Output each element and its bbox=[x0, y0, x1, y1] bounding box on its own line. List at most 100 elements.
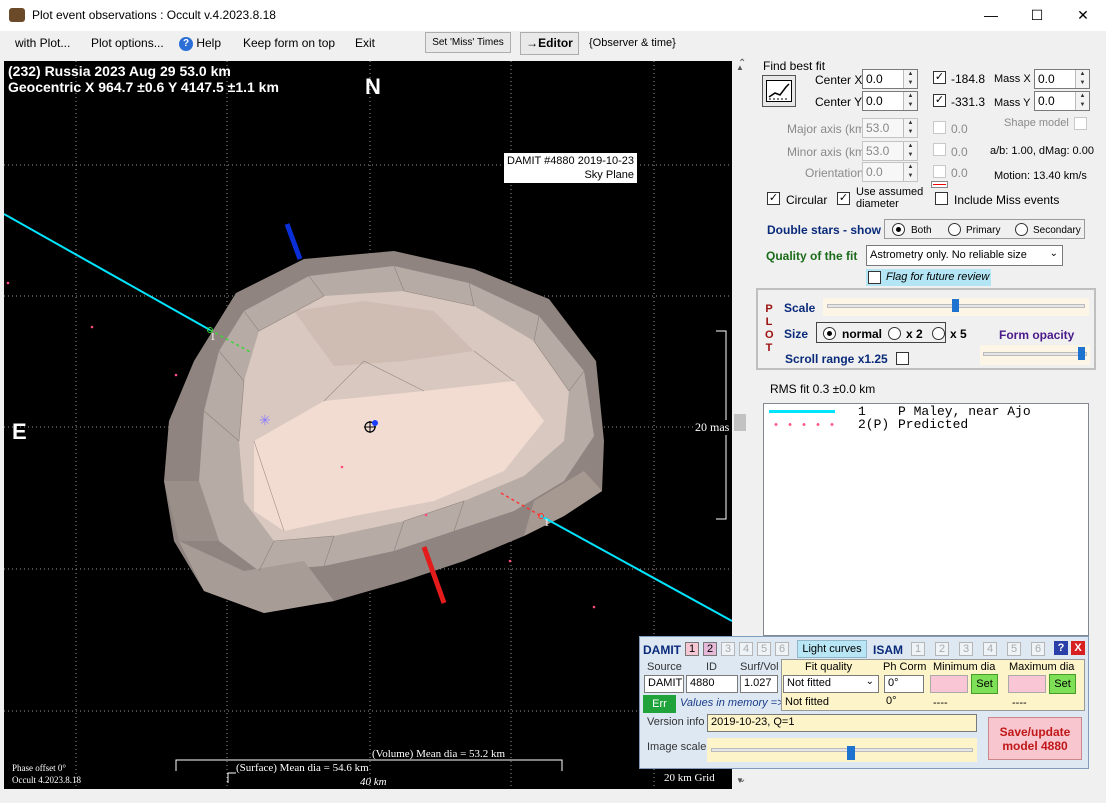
spin-arrows-icon[interactable]: ▲ ▼ bbox=[903, 163, 917, 181]
light-curves-button[interactable]: Light curves bbox=[797, 640, 867, 658]
plot-area[interactable]: ✳ (232) Russia 2023 Aug 29 53.0 km Geoce… bbox=[4, 61, 732, 789]
damit-tab-3[interactable]: 3 bbox=[721, 642, 735, 656]
surfvol-field[interactable]: 1.027 bbox=[740, 675, 778, 693]
panel-scroll-down-icon[interactable]: ⌄ bbox=[738, 774, 746, 785]
isam-title: ISAM bbox=[873, 643, 903, 657]
secondary-radio[interactable] bbox=[1015, 223, 1028, 236]
include-miss-checkbox[interactable] bbox=[935, 192, 948, 205]
major-axis-input[interactable]: 53.0 ▲ ▼ bbox=[862, 118, 918, 138]
orientation-label: Orientation bbox=[805, 166, 864, 180]
menu-bar: with Plot... Plot options... ? Help Keep… bbox=[0, 31, 1106, 57]
ph-corr-memory: 0° bbox=[886, 695, 897, 707]
minimize-button[interactable]: — bbox=[968, 0, 1014, 31]
x5-size-radio[interactable] bbox=[932, 327, 945, 340]
spin-arrows-icon[interactable]: ▲ ▼ bbox=[903, 70, 917, 88]
set-max-button[interactable]: Set bbox=[1049, 674, 1076, 694]
quality-select[interactable]: Astrometry only. No reliable size ⌄ bbox=[866, 245, 1063, 266]
damit-tab-5[interactable]: 5 bbox=[757, 642, 771, 656]
both-radio[interactable] bbox=[892, 223, 905, 236]
observer-time-button[interactable]: {Observer & time} bbox=[589, 37, 676, 49]
center-y-fit-value: -331.3 bbox=[951, 95, 986, 109]
size-label: Size bbox=[784, 327, 809, 341]
legend-line-observed bbox=[769, 410, 835, 413]
flag-review-row[interactable]: Flag for future review bbox=[866, 269, 991, 286]
help-icon: ? bbox=[179, 36, 193, 51]
isam-tab-2[interactable]: 2 bbox=[935, 642, 949, 656]
x2-size-radio[interactable] bbox=[888, 327, 901, 340]
set-miss-times-button[interactable]: Set 'Miss' Times bbox=[425, 32, 511, 53]
close-button[interactable]: ✕ bbox=[1060, 0, 1106, 31]
major-axis-label: Major axis (km) bbox=[787, 122, 870, 136]
max-dia-label: Maximum dia bbox=[1009, 661, 1075, 673]
menu-plot-options[interactable]: Plot options... bbox=[91, 36, 164, 50]
orientation-input[interactable]: 0.0 ▲ ▼ bbox=[862, 162, 918, 182]
normal-size-radio[interactable] bbox=[823, 327, 836, 340]
mass-x-input[interactable]: 0.0 ▲ ▼ bbox=[1034, 69, 1090, 89]
scroll-thumb[interactable] bbox=[734, 414, 746, 431]
use-assumed-checkbox[interactable]: ✓ bbox=[837, 192, 850, 205]
menu-help[interactable]: ? Help bbox=[179, 36, 221, 51]
orientation-fit-value: 0.0 bbox=[951, 166, 968, 180]
isam-tab-1[interactable]: 1 bbox=[911, 642, 925, 656]
spin-arrows-icon[interactable]: ▲ ▼ bbox=[903, 92, 917, 110]
err-button[interactable]: Err bbox=[643, 695, 676, 713]
fit-orientation-checkbox[interactable] bbox=[933, 165, 946, 178]
color-swatch[interactable] bbox=[931, 181, 948, 188]
fit-center-y-checkbox[interactable]: ✓ bbox=[933, 94, 946, 107]
center-x-input[interactable]: 0.0 ▲ ▼ bbox=[862, 69, 918, 89]
menu-keep-on-top[interactable]: Keep form on top bbox=[243, 36, 335, 50]
scroll-range-checkbox[interactable] bbox=[896, 352, 909, 365]
panel-scroll-up-icon[interactable]: ⌃ bbox=[738, 58, 746, 69]
isam-tab-4[interactable]: 4 bbox=[983, 642, 997, 656]
center-y-input[interactable]: 0.0 ▲ ▼ bbox=[862, 91, 918, 111]
spin-arrows-icon[interactable]: ▲ ▼ bbox=[1075, 70, 1089, 88]
ph-corr-field[interactable]: 0° bbox=[884, 675, 924, 693]
source-field[interactable]: DAMIT bbox=[644, 675, 684, 693]
scale-slider[interactable] bbox=[823, 298, 1089, 316]
help-icon[interactable]: ? bbox=[1054, 641, 1068, 655]
damit-tab-1[interactable]: 1 bbox=[685, 642, 699, 656]
max-dia-field[interactable] bbox=[1008, 675, 1046, 693]
x2-size-label: x 2 bbox=[906, 327, 923, 341]
shape-model-checkbox[interactable] bbox=[1074, 117, 1087, 130]
damit-tag-plane: Sky Plane bbox=[584, 169, 634, 181]
fit-quality-select[interactable]: Not fitted ⌄ bbox=[783, 675, 879, 693]
chevron-down-icon: ⌄ bbox=[1049, 248, 1058, 259]
flag-review-checkbox[interactable] bbox=[868, 271, 881, 284]
scale-label: Scale bbox=[784, 301, 816, 315]
isam-tab-5[interactable]: 5 bbox=[1007, 642, 1021, 656]
spin-arrows-icon[interactable]: ▲ ▼ bbox=[903, 142, 917, 160]
maximize-button[interactable]: ☐ bbox=[1014, 0, 1060, 31]
fit-major-checkbox[interactable] bbox=[933, 121, 946, 134]
save-update-model-button[interactable]: Save/update model 4880 bbox=[988, 717, 1082, 760]
find-best-fit-button[interactable] bbox=[762, 75, 796, 107]
spin-arrows-icon[interactable]: ▲ ▼ bbox=[1075, 92, 1089, 110]
set-min-button[interactable]: Set bbox=[971, 674, 998, 694]
primary-radio[interactable] bbox=[948, 223, 961, 236]
minor-axis-input[interactable]: 53.0 ▲ ▼ bbox=[862, 141, 918, 161]
minor-axis-label: Minor axis (km) bbox=[787, 145, 870, 159]
editor-button[interactable]: →Editor bbox=[520, 32, 579, 55]
opacity-slider[interactable] bbox=[980, 345, 1090, 365]
id-field[interactable]: 4880 bbox=[686, 675, 738, 693]
damit-tab-4[interactable]: 4 bbox=[739, 642, 753, 656]
opacity-slider-track bbox=[983, 352, 1087, 356]
damit-tab-2[interactable]: 2 bbox=[703, 642, 717, 656]
menu-with-plot[interactable]: with Plot... bbox=[15, 36, 70, 50]
fit-center-x-checkbox[interactable]: ✓ bbox=[933, 71, 946, 84]
version-info-field[interactable]: 2019-10-23, Q=1 bbox=[707, 714, 977, 732]
isam-tab-3[interactable]: 3 bbox=[959, 642, 973, 656]
damit-tab-6[interactable]: 6 bbox=[775, 642, 789, 656]
menu-exit[interactable]: Exit bbox=[355, 36, 375, 50]
min-dia-field[interactable] bbox=[930, 675, 968, 693]
scale-slider-thumb[interactable] bbox=[952, 299, 959, 312]
circular-checkbox[interactable]: ✓ bbox=[767, 192, 780, 205]
fit-minor-checkbox[interactable] bbox=[933, 143, 946, 156]
spin-arrows-icon[interactable]: ▲ ▼ bbox=[903, 119, 917, 137]
mass-y-input[interactable]: 0.0 ▲ ▼ bbox=[1034, 91, 1090, 111]
close-icon[interactable]: X bbox=[1071, 641, 1085, 655]
image-scale-thumb[interactable] bbox=[846, 746, 855, 760]
image-scale-slider[interactable] bbox=[707, 738, 977, 762]
opacity-slider-thumb[interactable] bbox=[1078, 347, 1085, 360]
isam-tab-6[interactable]: 6 bbox=[1031, 642, 1045, 656]
